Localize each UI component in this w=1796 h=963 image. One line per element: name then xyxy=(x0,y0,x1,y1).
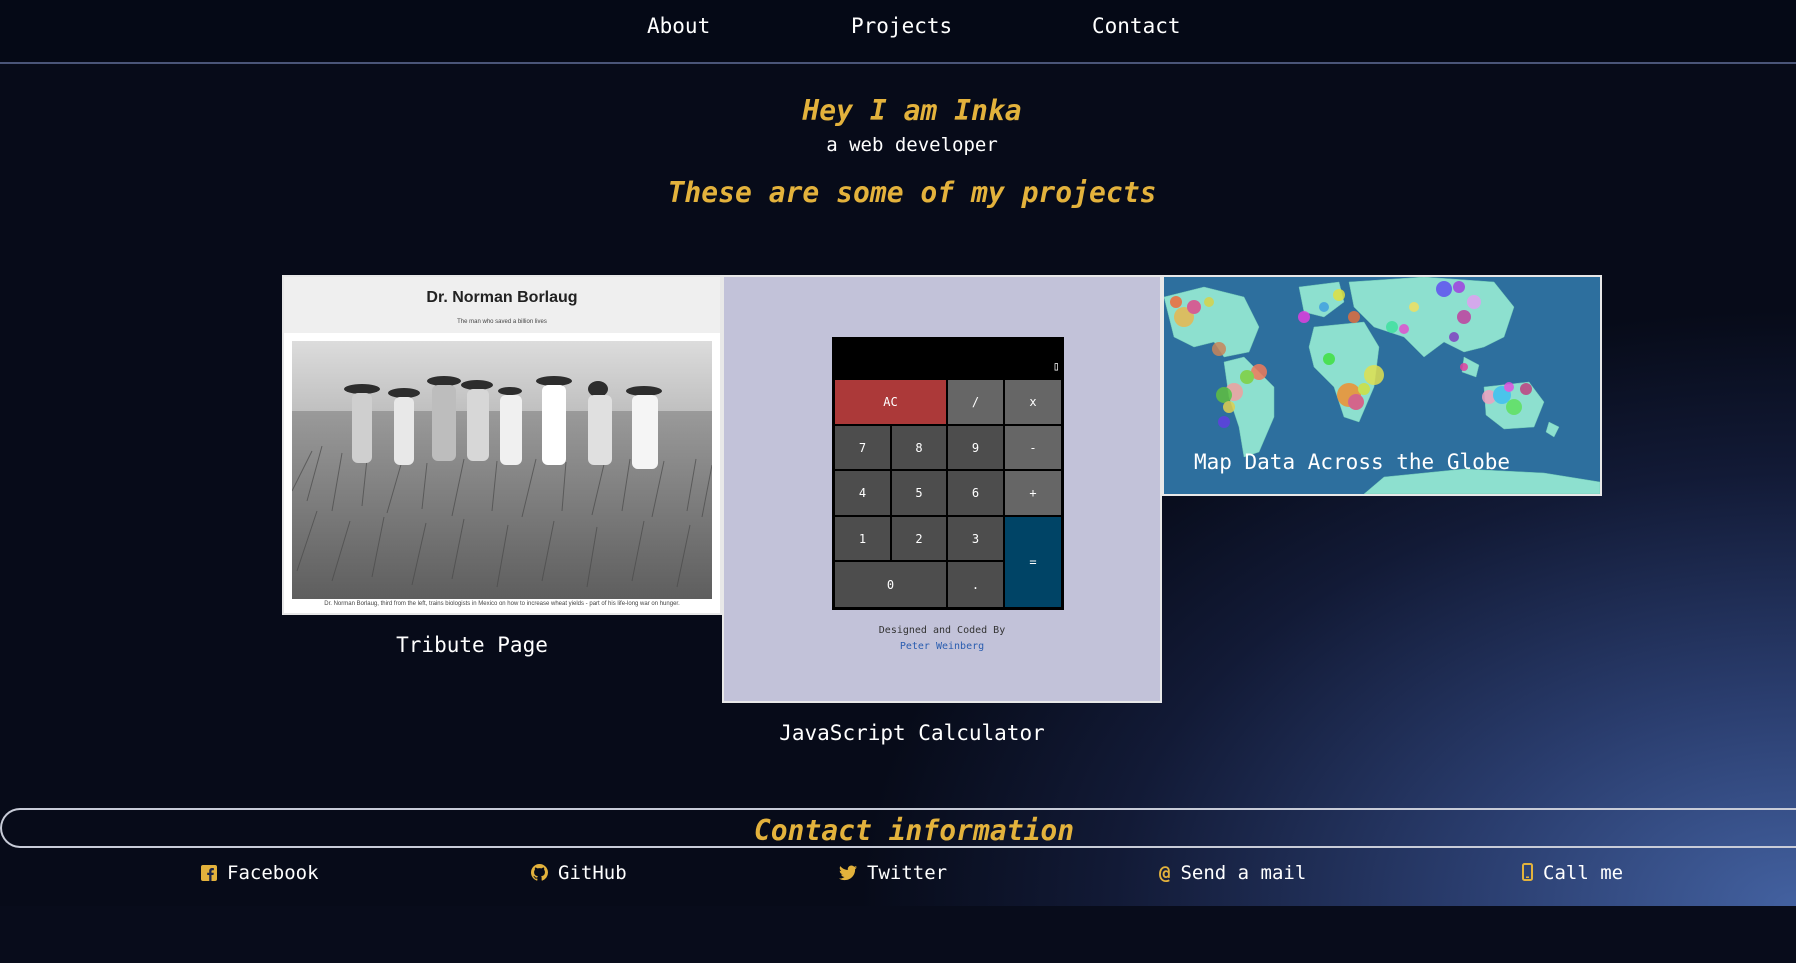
calc-key-3[interactable]: 3 xyxy=(947,516,1004,561)
main-section: Hey I am Inka a web developer These are … xyxy=(0,64,1796,906)
projects-heading: These are some of my projects xyxy=(667,176,1157,209)
calculator-display: ▯ xyxy=(832,337,1064,377)
calculator-cursor-icon: ▯ xyxy=(1052,359,1060,373)
project-caption-tribute[interactable]: Tribute Page xyxy=(282,633,662,657)
contact-link-github[interactable]: GitHub xyxy=(531,862,627,884)
nav-link-about[interactable]: About xyxy=(647,14,710,38)
contact-link-facebook-label: Facebook xyxy=(227,862,319,884)
calc-key-8[interactable]: 8 xyxy=(891,425,947,470)
contact-heading-bar: Contact information xyxy=(0,808,1796,848)
nav-link-projects[interactable]: Projects xyxy=(851,14,952,38)
page-footer xyxy=(0,906,1796,963)
calc-key-decimal[interactable]: . xyxy=(947,561,1004,608)
calc-key-0[interactable]: 0 xyxy=(834,561,947,608)
calc-key-plus[interactable]: + xyxy=(1004,470,1062,516)
hero-subtitle: a web developer xyxy=(826,134,998,156)
tribute-thumb-header: Dr. Norman Borlaug The man who saved a b… xyxy=(284,277,720,333)
at-sign-icon: @ xyxy=(1159,862,1171,884)
project-tile-tribute[interactable]: Dr. Norman Borlaug The man who saved a b… xyxy=(282,275,722,615)
contact-link-mail-label: Send a mail xyxy=(1180,862,1307,884)
project-caption-calculator[interactable]: JavaScript Calculator xyxy=(722,721,1102,745)
contact-heading: Contact information xyxy=(753,814,1075,847)
hero-title: Hey I am Inka xyxy=(802,94,1022,127)
github-icon xyxy=(531,864,548,881)
calc-key-7[interactable]: 7 xyxy=(834,425,891,470)
calc-key-multiply[interactable]: x xyxy=(1004,379,1062,425)
calc-key-9[interactable]: 9 xyxy=(947,425,1004,470)
tribute-thumb-title: Dr. Norman Borlaug xyxy=(426,289,578,306)
project-tile-calculator[interactable]: ▯ AC / x 7 8 9 - 4 5 6 + 1 2 3 = 0 . Des… xyxy=(722,275,1162,703)
calc-key-4[interactable]: 4 xyxy=(834,470,891,516)
calc-key-6[interactable]: 6 xyxy=(947,470,1004,516)
calculator-credit-name[interactable]: Peter Weinberg xyxy=(724,641,1160,652)
top-navbar: About Projects Contact xyxy=(0,0,1796,64)
project-caption-map[interactable]: Map Data Across the Globe xyxy=(1162,450,1542,474)
calculator-body: ▯ AC / x 7 8 9 - 4 5 6 + 1 2 3 = 0 . xyxy=(832,337,1064,610)
twitter-icon xyxy=(839,865,857,881)
contact-link-mail[interactable]: @ Send a mail xyxy=(1159,862,1306,884)
facebook-icon xyxy=(201,865,217,881)
contact-link-facebook[interactable]: Facebook xyxy=(201,862,319,884)
calc-key-divide[interactable]: / xyxy=(947,379,1004,425)
calc-key-minus[interactable]: - xyxy=(1004,425,1062,470)
calc-key-equals[interactable]: = xyxy=(1004,516,1062,608)
calc-key-2[interactable]: 2 xyxy=(891,516,947,561)
calc-key-1[interactable]: 1 xyxy=(834,516,891,561)
mobile-phone-icon xyxy=(1522,863,1533,881)
tribute-thumb-tagline: The man who saved a billion lives xyxy=(457,319,547,325)
calc-key-5[interactable]: 5 xyxy=(891,470,947,516)
contact-link-call-label: Call me xyxy=(1543,862,1624,884)
calculator-credit-line: Designed and Coded By xyxy=(878,625,1006,636)
tribute-photo-image xyxy=(292,341,712,599)
contact-link-twitter[interactable]: Twitter xyxy=(839,862,947,884)
tribute-thumb-caption: Dr. Norman Borlaug, third from the left,… xyxy=(324,601,680,607)
nav-link-contact[interactable]: Contact xyxy=(1092,14,1181,38)
tribute-thumb-body: Dr. Norman Borlaug, third from the left,… xyxy=(284,333,720,613)
contact-link-call[interactable]: Call me xyxy=(1522,862,1623,884)
contact-link-twitter-label: Twitter xyxy=(867,862,948,884)
contact-link-github-label: GitHub xyxy=(558,862,627,884)
calc-key-ac[interactable]: AC xyxy=(834,379,947,425)
